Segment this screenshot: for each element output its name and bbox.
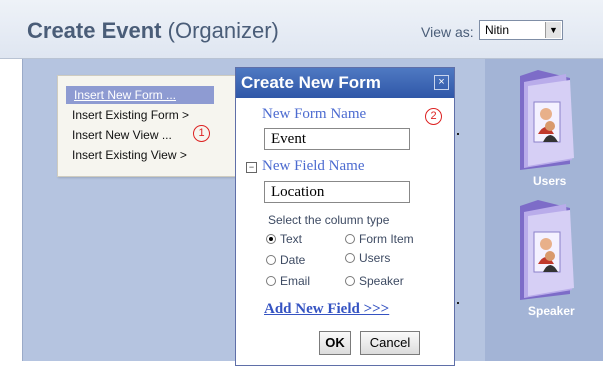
radio-type-date[interactable]: Date bbox=[266, 253, 305, 267]
radio-unchecked-icon[interactable] bbox=[266, 276, 276, 286]
radio-label-form-item: Form Item bbox=[359, 232, 414, 246]
dialog-title: Create New Form bbox=[241, 73, 381, 92]
insert-context-menu: Insert New Form ... Insert Existing Form… bbox=[57, 75, 236, 177]
ok-button[interactable]: OK bbox=[319, 331, 351, 355]
callout-2-badge: 2 bbox=[425, 108, 442, 125]
radio-label-text: Text bbox=[280, 232, 303, 246]
menu-item-insert-existing-form[interactable]: Insert Existing Form > bbox=[72, 106, 189, 124]
radio-label-users: Users bbox=[359, 251, 391, 265]
radio-type-email[interactable]: Email bbox=[266, 274, 310, 288]
radio-unchecked-icon[interactable] bbox=[345, 234, 355, 244]
menu-item-insert-new-form[interactable]: Insert New Form ... bbox=[66, 86, 214, 104]
radio-label-speaker: Speaker bbox=[359, 274, 404, 288]
radio-type-speaker[interactable]: Speaker bbox=[345, 274, 404, 288]
speaker-folder-icon[interactable] bbox=[510, 198, 582, 302]
callout-1-badge: 1 bbox=[193, 125, 210, 142]
cancel-button[interactable]: Cancel bbox=[360, 331, 420, 355]
column-type-label: Select the column type bbox=[268, 213, 390, 227]
form-name-input[interactable]: Event bbox=[264, 128, 410, 150]
menu-item-insert-new-view[interactable]: Insert New View ... bbox=[72, 126, 172, 144]
radio-checked-icon[interactable] bbox=[266, 234, 276, 244]
view-as-select[interactable]: Nitin ▼ bbox=[479, 20, 563, 40]
radio-label-date: Date bbox=[280, 253, 306, 267]
users-folder-icon[interactable] bbox=[510, 68, 582, 172]
page-title-main: Create Event bbox=[27, 18, 162, 43]
page-title: Create Event (Organizer) bbox=[27, 18, 279, 44]
folder-label-users: Users bbox=[533, 174, 567, 188]
resize-dot bbox=[457, 302, 459, 304]
page-header: Create Event (Organizer) View as: Nitin … bbox=[0, 0, 603, 59]
radio-unchecked-icon[interactable] bbox=[345, 276, 355, 286]
folder-label-speaker: Speaker bbox=[528, 304, 575, 318]
field-name-label: New Field Name bbox=[262, 158, 365, 174]
radio-type-users[interactable]: Users bbox=[345, 251, 390, 265]
menu-item-insert-existing-view[interactable]: Insert Existing View > bbox=[72, 146, 187, 164]
radio-unchecked-icon[interactable] bbox=[345, 253, 355, 263]
form-name-label: New Form Name bbox=[262, 106, 367, 122]
field-name-input[interactable]: Location bbox=[264, 181, 410, 203]
radio-type-text[interactable]: Text bbox=[266, 232, 302, 246]
page-title-role: (Organizer) bbox=[161, 18, 279, 43]
view-as-label: View as: bbox=[421, 24, 474, 40]
radio-label-email: Email bbox=[280, 274, 311, 288]
dialog-titlebar[interactable]: Create New Form × bbox=[236, 68, 454, 98]
resize-dot bbox=[457, 133, 459, 135]
radio-unchecked-icon[interactable] bbox=[266, 255, 276, 265]
collapse-minus-icon[interactable]: − bbox=[246, 162, 257, 173]
close-icon[interactable]: × bbox=[434, 75, 449, 90]
add-new-field-link[interactable]: Add New Field >>> bbox=[264, 301, 389, 318]
dropdown-arrow-icon[interactable]: ▼ bbox=[545, 22, 561, 38]
radio-type-form-item[interactable]: Form Item bbox=[345, 232, 414, 246]
view-as-value: Nitin bbox=[485, 23, 510, 37]
